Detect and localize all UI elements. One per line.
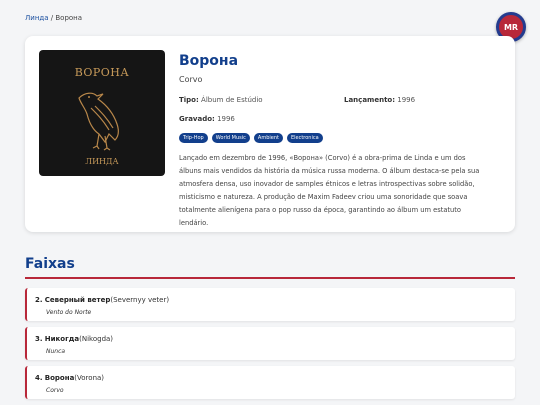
tracks-divider [25,277,515,279]
breadcrumb-current: Ворона [55,14,83,22]
track-translit: (Vorona) [74,374,105,382]
track-item[interactable]: 4. Ворона(Vorona) Corvo [25,366,515,399]
meta-type-label: Tipo: [179,96,199,104]
album-description: Lançado em dezembro de 1996, «Ворона» (C… [179,154,480,227]
track-title: Ворона [44,374,75,382]
track-translation: Vento do Norte [46,309,92,316]
logo-text: MR [503,22,519,32]
cover-artist: ЛИНДА [85,157,119,166]
album-info: Ворона Corvo Tipo: Álbum de Estúdio Lanç… [179,36,501,230]
meta-type-value: Álbum de Estúdio [201,96,263,104]
track-name: 3. Никогда(Nikogda) [35,335,113,343]
meta-type: Tipo: Álbum de Estúdio [179,96,263,104]
track-translit: (Severnyy veter) [110,296,170,304]
track-number: 2. [35,296,43,304]
genre-tag[interactable]: Electronica [286,133,323,143]
meta-recorded: Gravado: 1996 [179,115,235,123]
track-name: 4. Ворона(Vorona) [35,374,104,382]
track-number: 3. [35,335,43,343]
track-translit: (Nikogda) [79,335,114,343]
genre-tag[interactable]: Ambient [253,133,283,143]
breadcrumb: Линда / Ворона [25,14,82,22]
album-subtitle: Corvo [179,75,203,84]
album-title: Ворона [179,53,239,69]
track-name: 2. Северный ветер(Severnyy veter) [35,296,169,304]
breadcrumb-separator: / [50,14,54,22]
meta-release: Lançamento: 1996 [344,96,415,104]
track-translation: Corvo [46,387,64,394]
album-meta: Tipo: Álbum de Estúdio Lançamento: 1996 … [179,96,501,126]
track-translation: Nunca [46,348,66,355]
cover-title: ВОРОНА [74,66,130,79]
crow-icon [78,92,119,151]
album-cover: ВОРОНА ЛИНДА [39,50,165,176]
meta-release-value: 1996 [397,96,416,104]
track-title: Никогда [44,335,80,343]
track-item[interactable]: 3. Никогда(Nikogda) Nunca [25,327,515,360]
track-number: 4. [35,374,43,382]
tracks-heading: Faixas [25,256,75,272]
track-title: Северный ветер [44,296,111,304]
album-card: ВОРОНА ЛИНДА Ворона Corvo Tipo: Álbum de… [25,36,515,232]
genre-tag[interactable]: World Music [211,133,250,143]
breadcrumb-artist-link[interactable]: Линда [25,14,49,22]
meta-recorded-value: 1996 [217,115,235,123]
meta-release-label: Lançamento: [344,96,396,104]
track-item[interactable]: 2. Северный ветер(Severnyy veter) Vento … [25,288,515,321]
genre-tag[interactable]: Trip-Hop [179,133,208,143]
meta-recorded-label: Gravado: [179,115,215,123]
genre-tags: Trip-Hop World Music Ambient Electronica [179,133,501,143]
